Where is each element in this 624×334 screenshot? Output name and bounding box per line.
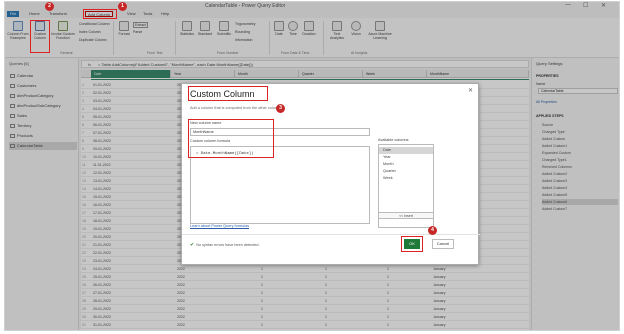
insert-button[interactable]: << Insert (378, 212, 434, 219)
syntax-status: ✔ No syntax errors have been detected. (190, 242, 260, 248)
available-column-item[interactable]: Week (379, 175, 433, 182)
highlight-dialog-title (188, 86, 268, 101)
custom-column-dialog: Custom Column ✕ Add a column that is com… (181, 83, 480, 265)
dialog-description: Add a column that is computed from the o… (190, 106, 284, 110)
available-column-item[interactable]: Quarter (379, 168, 433, 175)
available-column-item[interactable]: Year (379, 154, 433, 161)
check-icon: ✔ (190, 242, 195, 248)
cancel-button[interactable]: Cancel (432, 239, 454, 249)
available-column-item[interactable]: Date (379, 147, 433, 154)
available-columns-label: Available columns (378, 138, 409, 142)
learn-formulas-link[interactable]: Learn about Power Query formulas (190, 224, 249, 228)
close-icon[interactable]: ✕ (468, 87, 473, 94)
callout-badge: 2 (45, 2, 54, 11)
highlight-add-column-tab (83, 9, 117, 19)
callout-badge: 4 (428, 226, 437, 235)
highlight-custom-column-button (30, 20, 50, 53)
callout-badge: 3 (276, 104, 285, 113)
highlight-ok-button (401, 236, 423, 252)
highlight-name-and-formula (188, 119, 274, 158)
power-query-window: CalendarTable - Power Query Editor — ☐ ✕… (4, 1, 620, 331)
callout-badge: 1 (118, 2, 127, 11)
available-column-item[interactable]: Month (379, 161, 433, 168)
dialog-divider (182, 234, 480, 235)
